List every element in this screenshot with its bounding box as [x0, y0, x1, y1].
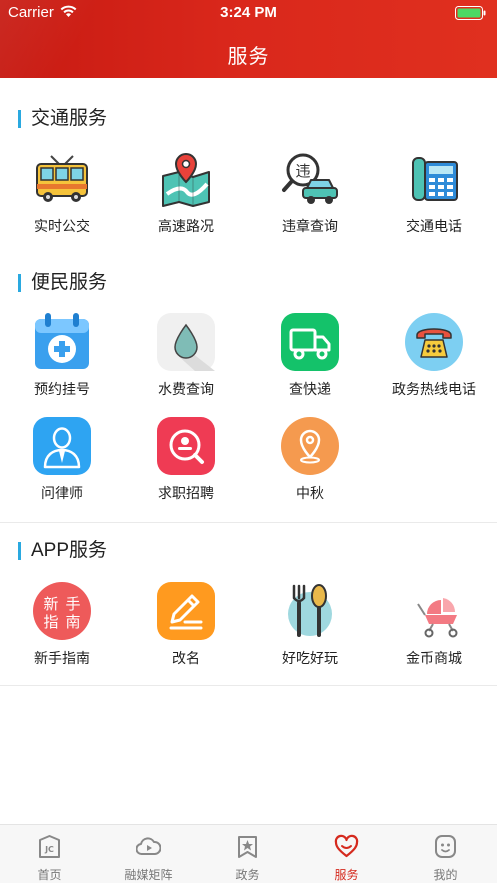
- service-item-appointment[interactable]: 预约挂号: [0, 313, 124, 403]
- fork-spoon-icon: [288, 584, 332, 637]
- service-item-coin-mall[interactable]: 金币商城: [372, 582, 496, 672]
- service-item-label: 新手指南: [34, 650, 90, 666]
- star-bookmark-icon: [238, 836, 257, 858]
- service-item-label: 问律师: [41, 485, 83, 501]
- guide-char: 新: [43, 595, 58, 613]
- rename-pencil-icon: [157, 582, 215, 640]
- status-bar: Carrier 3:24 PM: [0, 0, 497, 26]
- service-item-label: 好吃好玩: [282, 650, 338, 666]
- tab-label: 我的: [433, 868, 458, 882]
- violation-search-icon: 违: [282, 153, 338, 204]
- section-title-traffic: 交通服务: [18, 108, 107, 130]
- beginner-guide-icon: 新 手 指 南: [33, 582, 91, 640]
- heart-icon: [334, 834, 359, 858]
- tab-label: 服务: [334, 868, 359, 882]
- service-item-label: 交通电话: [406, 218, 462, 234]
- tab-label: 首页: [37, 868, 62, 882]
- guide-char: 指: [43, 613, 58, 631]
- service-item-label: 高速路况: [158, 218, 214, 234]
- profile-face-icon: [435, 835, 456, 858]
- section-traffic: 交通服务 实时公交 高速路况 违 违章查询 交通电话: [0, 78, 497, 243]
- section-convenience: 便民服务 预约挂号 水费查询 查快递 政务热线电话 问律师 求职招聘 中秋: [0, 243, 497, 523]
- battery-icon: [455, 6, 486, 20]
- service-item-rename[interactable]: 改名: [124, 582, 248, 672]
- service-item-label: 查快递: [289, 381, 331, 397]
- status-time: 3:24 PM: [220, 4, 277, 21]
- service-item-mid-autumn[interactable]: 中秋: [248, 417, 372, 507]
- water-drop-icon: [157, 313, 215, 371]
- service-item-hotline[interactable]: 政务热线电话: [372, 313, 496, 403]
- service-item-label: 实时公交: [34, 218, 90, 234]
- service-item-traffic-phone[interactable]: 交通电话: [372, 150, 496, 240]
- service-item-water-bill[interactable]: 水费查询: [124, 313, 248, 403]
- telephone-icon: [405, 313, 463, 371]
- service-item-beginner-guide[interactable]: 新 手 指 南 新手指南: [0, 582, 124, 672]
- service-item-jobs[interactable]: 求职招聘: [124, 417, 248, 507]
- tab-label: 融媒矩阵: [124, 868, 173, 882]
- map-pin-icon: [162, 152, 210, 207]
- service-item-label: 违章查询: [282, 218, 338, 234]
- guide-char: 手: [65, 595, 80, 613]
- service-item-violation[interactable]: 违 违章查询: [248, 150, 372, 240]
- bottom-tab-bar: JC 首页 融媒矩阵 政务 服务 我的: [0, 824, 497, 883]
- section-app: APP服务 新 手 指 南 新手指南 改名 好吃好玩 金币商城: [0, 523, 497, 685]
- lawyer-icon: [33, 417, 91, 475]
- stroller-icon: [417, 598, 458, 638]
- cloud-play-icon: [136, 837, 161, 855]
- service-item-label: 中秋: [296, 485, 324, 501]
- job-search-icon: [157, 417, 215, 475]
- service-item-label: 水费查询: [158, 381, 214, 397]
- delivery-truck-icon: [281, 313, 339, 371]
- svg-text:违: 违: [295, 162, 310, 180]
- tab-government[interactable]: 政务: [198, 825, 297, 884]
- guide-char: 南: [65, 613, 80, 631]
- tab-service[interactable]: 服务: [297, 825, 396, 884]
- medical-calendar-icon: [35, 313, 89, 369]
- bus-icon: [36, 155, 88, 202]
- service-item-label: 金币商城: [406, 650, 462, 666]
- section-divider: [0, 685, 497, 686]
- section-title-app: APP服务: [18, 540, 107, 562]
- location-pin-icon: [281, 417, 339, 475]
- service-item-highway[interactable]: 高速路况: [124, 150, 248, 240]
- service-item-food-fun[interactable]: 好吃好玩: [248, 582, 372, 672]
- tab-media-matrix[interactable]: 融媒矩阵: [99, 825, 198, 884]
- header-bar: Carrier 3:24 PM 服务: [0, 0, 497, 78]
- service-item-lawyer[interactable]: 问律师: [0, 417, 124, 507]
- service-item-label: 求职招聘: [158, 485, 214, 501]
- service-item-label: 预约挂号: [34, 381, 90, 397]
- home-icon-text: JC: [44, 845, 54, 854]
- tab-home[interactable]: JC 首页: [0, 825, 99, 884]
- phone-calculator-icon: [412, 157, 458, 201]
- service-item-express[interactable]: 查快递: [248, 313, 372, 403]
- home-icon: JC: [39, 835, 60, 858]
- service-item-realtime-bus[interactable]: 实时公交: [0, 150, 124, 240]
- section-title-convenience: 便民服务: [18, 272, 107, 294]
- tab-mine[interactable]: 我的: [396, 825, 495, 884]
- page-title: 服务: [227, 46, 270, 68]
- tab-label: 政务: [235, 868, 260, 882]
- service-item-label: 政务热线电话: [392, 381, 476, 397]
- service-item-label: 改名: [172, 650, 200, 666]
